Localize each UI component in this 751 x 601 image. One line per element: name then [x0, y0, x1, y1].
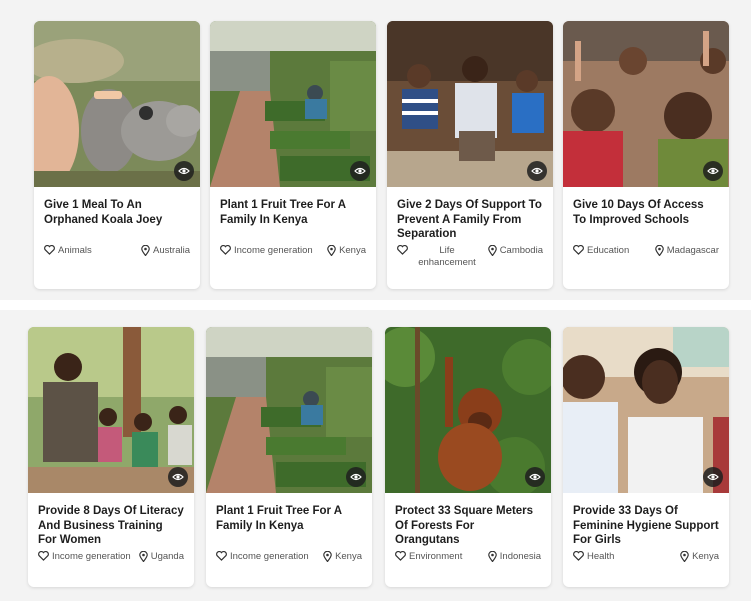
location-label: Kenya [692, 551, 719, 562]
location-label: Cambodia [499, 245, 543, 256]
map-pin-icon [680, 551, 689, 562]
location-label: Uganda [150, 551, 184, 562]
heart-icon [220, 245, 231, 255]
gift-card[interactable]: Give 2 Days Of Support To Prevent A Fami… [387, 21, 553, 289]
card-title: Give 10 Days Of Access To Improved Schoo… [573, 199, 704, 226]
location-label: Kenya [335, 551, 362, 562]
category-label: Education [587, 245, 630, 256]
card-title: Provide 8 Days Of Literacy And Business … [38, 505, 184, 546]
card-image-classroom [563, 21, 729, 187]
heart-icon [397, 245, 408, 255]
heart-icon [573, 551, 584, 561]
heart-icon [216, 551, 227, 561]
card-title: Provide 33 Days Of Feminine Hygiene Supp… [573, 505, 719, 546]
location-tag: Kenya [327, 245, 366, 257]
map-pin-icon [327, 245, 336, 256]
location-tag: Kenya [323, 551, 362, 563]
category-label: Income generation [52, 551, 131, 562]
card-image-women-training [28, 327, 194, 493]
category-tag: Health [573, 551, 614, 563]
category-label: Health [587, 551, 615, 562]
location-tag: Kenya [680, 551, 719, 563]
eye-icon[interactable] [525, 467, 545, 487]
card-image-tree-planting [210, 21, 376, 187]
eye-icon[interactable] [350, 161, 370, 181]
eye-icon[interactable] [703, 467, 723, 487]
category-tag: Income generation [220, 245, 313, 257]
card-title: Protect 33 Square Meters Of Forests For … [395, 505, 534, 546]
category-label: Animals [58, 245, 92, 256]
heart-icon [38, 551, 49, 561]
card-image-family [387, 21, 553, 187]
eye-icon[interactable] [346, 467, 366, 487]
category-tag: Environment [395, 551, 462, 563]
location-tag: Uganda [138, 551, 184, 563]
card-image-tree-planting [206, 327, 372, 493]
eye-icon[interactable] [703, 161, 723, 181]
category-tag: Education [573, 245, 629, 257]
location-tag: Australia [141, 245, 190, 257]
card-title: Give 2 Days Of Support To Prevent A Fami… [397, 199, 542, 240]
card-image-girls [563, 327, 729, 493]
heart-icon [573, 245, 584, 255]
location-label: Australia [153, 245, 190, 256]
gift-card[interactable]: Provide 8 Days Of Literacy And Business … [28, 327, 194, 587]
location-label: Madagascar [666, 245, 719, 256]
card-image-koala [34, 21, 200, 187]
gift-card[interactable]: Give 10 Days Of Access To Improved Schoo… [563, 21, 729, 289]
card-title: Give 1 Meal To An Orphaned Koala Joey [44, 199, 163, 226]
map-pin-icon [138, 551, 148, 562]
gift-card[interactable]: Give 1 Meal To An Orphaned Koala Joey An… [34, 21, 200, 289]
category-label: Income generation [234, 245, 313, 256]
gift-card[interactable]: Protect 33 Square Meters Of Forests For … [385, 327, 551, 587]
location-tag: Madagascar [654, 245, 719, 257]
eye-icon[interactable] [174, 161, 194, 181]
card-image-orangutan [385, 327, 551, 493]
map-pin-icon [487, 551, 497, 562]
category-label: Life enhancement [418, 245, 476, 268]
map-pin-icon [654, 245, 664, 256]
category-tag: Animals [44, 245, 92, 257]
row-divider [0, 300, 751, 310]
location-label: Kenya [339, 245, 366, 256]
location-label: Indonesia [499, 551, 541, 562]
category-label: Income generation [230, 551, 309, 562]
category-tag: Life enhancement [397, 245, 483, 269]
heart-icon [395, 551, 406, 561]
heart-icon [44, 245, 55, 255]
location-tag: Indonesia [487, 551, 541, 563]
card-title: Plant 1 Fruit Tree For A Family In Kenya [220, 199, 346, 226]
card-title: Plant 1 Fruit Tree For A Family In Kenya [216, 505, 342, 532]
gift-card[interactable]: Provide 33 Days Of Feminine Hygiene Supp… [563, 327, 729, 587]
eye-icon[interactable] [168, 467, 188, 487]
gift-card[interactable]: Plant 1 Fruit Tree For A Family In Kenya… [206, 327, 372, 587]
category-label: Environment [409, 551, 463, 562]
gift-card[interactable]: Plant 1 Fruit Tree For A Family In Kenya… [210, 21, 376, 289]
eye-icon[interactable] [527, 161, 547, 181]
map-pin-icon [323, 551, 332, 562]
location-tag: Cambodia [487, 245, 543, 269]
map-pin-icon [487, 245, 497, 256]
map-pin-icon [141, 245, 150, 256]
category-tag: Income generation [216, 551, 309, 563]
category-tag: Income generation [38, 551, 131, 563]
